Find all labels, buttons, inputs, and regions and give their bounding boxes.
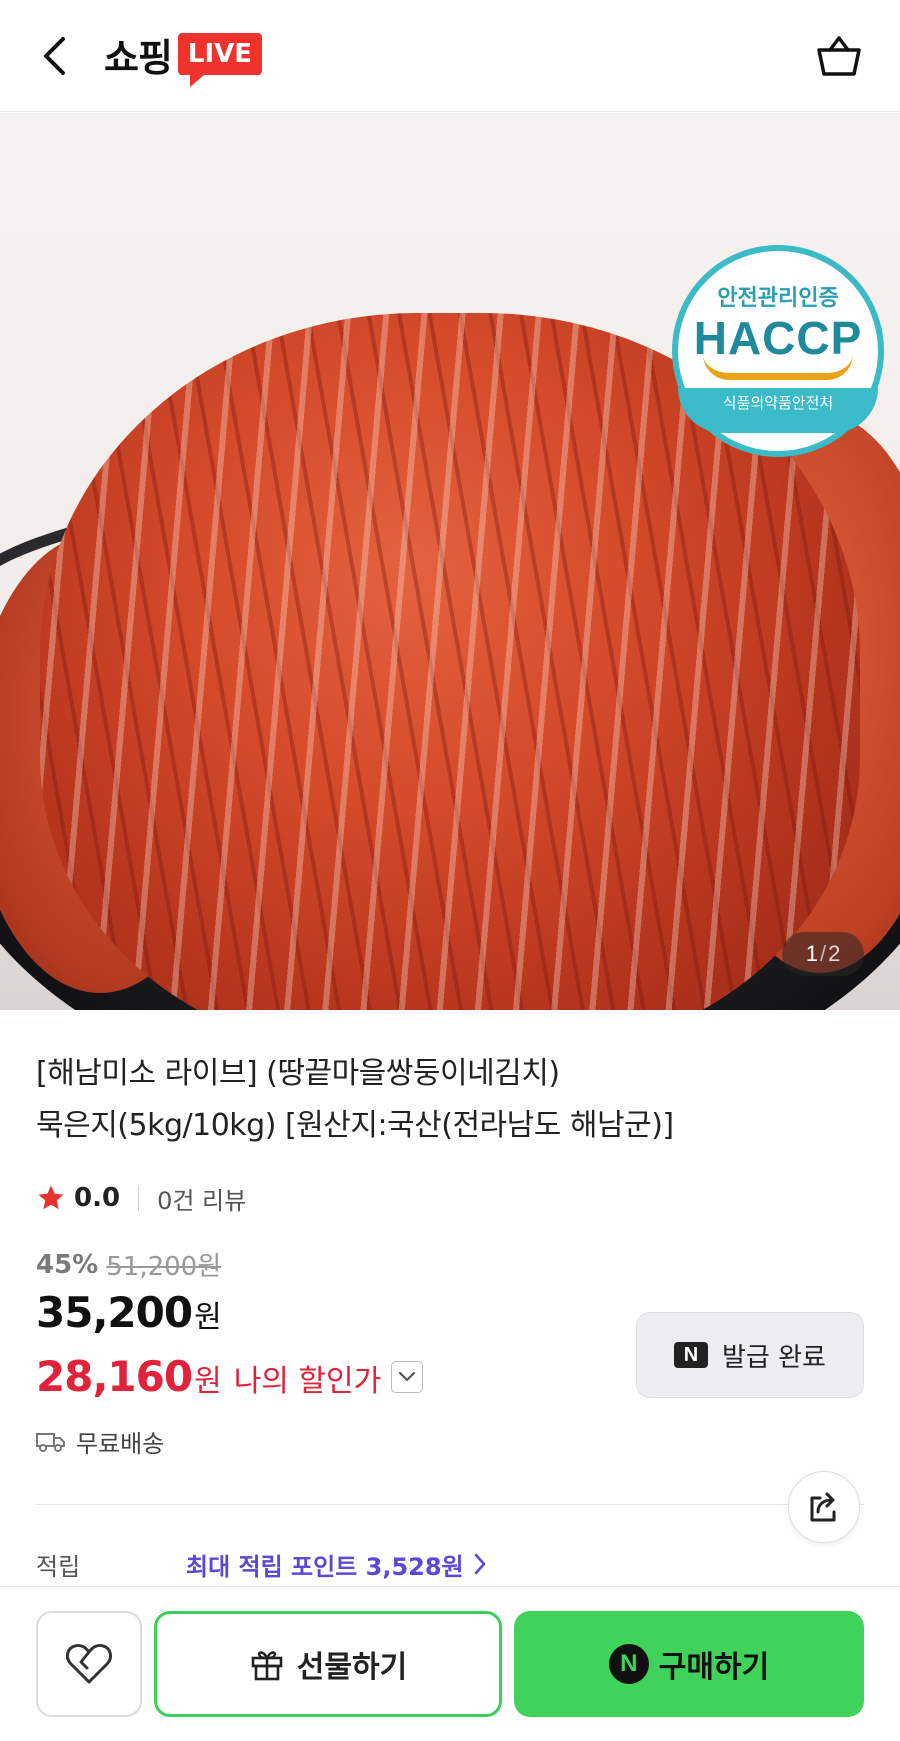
naver-n-icon: N [674, 1342, 709, 1368]
bottom-action-bar: 선물하기 N 구매하기 [0, 1586, 900, 1741]
haccp-top-text: 안전관리인증 [717, 285, 839, 311]
shopping-live-logo[interactable]: 쇼핑 LIVE [104, 22, 263, 87]
points-link[interactable]: 최대 적립 포인트 3,528원 [186, 1547, 490, 1582]
rating-row[interactable]: 0.0 0건 리뷰 [36, 1178, 246, 1218]
shipping-info: 무료배송 [36, 1424, 164, 1459]
share-icon [810, 1492, 836, 1522]
my-discount-label: 나의 할인가 [233, 1364, 382, 1399]
top-header: 쇼핑 LIVE [0, 0, 900, 112]
cart-button[interactable] [814, 30, 864, 82]
product-image-carousel[interactable]: 안전관리인증 HACCP 식품의약품안전처 1 / 2 [0, 113, 900, 1010]
section-divider [36, 1504, 864, 1505]
haccp-badge: 안전관리인증 HACCP 식품의약품안전처 [672, 245, 884, 457]
discount-row: 45% 51,200원 [36, 1246, 221, 1283]
chevron-down-icon [399, 1371, 416, 1381]
gift-label: 선물하기 [296, 1650, 408, 1685]
counter-current: 1 [805, 941, 818, 966]
shopping-basket-icon [817, 36, 861, 76]
product-title-line-2: 묵은지(5kg/10kg) [원산지:국산(전라남도 해남군)] [36, 1108, 674, 1143]
points-label: 적립 [36, 1552, 81, 1581]
coupon-label: 발급 완료 [722, 1342, 826, 1373]
review-count: 0건 리뷰 [157, 1186, 247, 1215]
expand-discount-button[interactable] [391, 1360, 424, 1393]
wishlist-button[interactable] [36, 1611, 142, 1717]
logo-live-badge: LIVE [177, 33, 263, 87]
sale-price: 35,200 [36, 1288, 193, 1337]
heart-icon [66, 1644, 112, 1684]
buy-label: 구매하기 [658, 1650, 770, 1685]
original-price: 51,200원 [106, 1252, 222, 1282]
buy-button[interactable]: N 구매하기 [514, 1611, 864, 1717]
share-button[interactable] [788, 1471, 860, 1543]
coupon-issued-button[interactable]: N 발급 완료 [636, 1312, 864, 1398]
counter-separator: / [819, 941, 827, 966]
my-price-row: 28,160 원 나의 할인가 [36, 1352, 424, 1401]
back-button[interactable] [34, 30, 74, 82]
chevron-right-icon [474, 1553, 485, 1575]
product-title: [해남미소 라이브] (땅끝마을쌍둥이네김치) 묵은지(5kg/10kg) [원… [36, 1048, 866, 1152]
points-value: 최대 적립 포인트 3,528원 [186, 1552, 464, 1581]
sale-price-unit: 원 [194, 1300, 222, 1335]
my-discount-price: 28,160 [36, 1352, 193, 1401]
logo-text: 쇼핑 [104, 35, 173, 80]
shipping-label: 무료배송 [76, 1430, 165, 1458]
product-title-line-1: [해남미소 라이브] (땅끝마을쌍둥이네김치) [36, 1056, 560, 1091]
my-discount-price-unit: 원 [194, 1364, 222, 1399]
haccp-smile-mark [703, 354, 853, 380]
discount-rate: 45% [36, 1249, 99, 1280]
points-row: 적립 최대 적립 포인트 3,528원 [36, 1542, 864, 1586]
haccp-bottom-text: 식품의약품안전처 [678, 387, 878, 433]
gift-button[interactable]: 선물하기 [154, 1611, 502, 1717]
counter-total: 2 [828, 941, 841, 966]
naver-pay-icon: N [608, 1644, 649, 1684]
rating-divider [138, 1185, 140, 1211]
image-counter: 1 / 2 [782, 932, 864, 976]
rating-score: 0.0 [74, 1183, 121, 1213]
price-row: 35,200 원 [36, 1288, 222, 1337]
gift-icon [251, 1651, 283, 1681]
chevron-left-icon [44, 37, 65, 75]
star-icon [38, 1185, 64, 1210]
truck-icon [36, 1432, 65, 1452]
